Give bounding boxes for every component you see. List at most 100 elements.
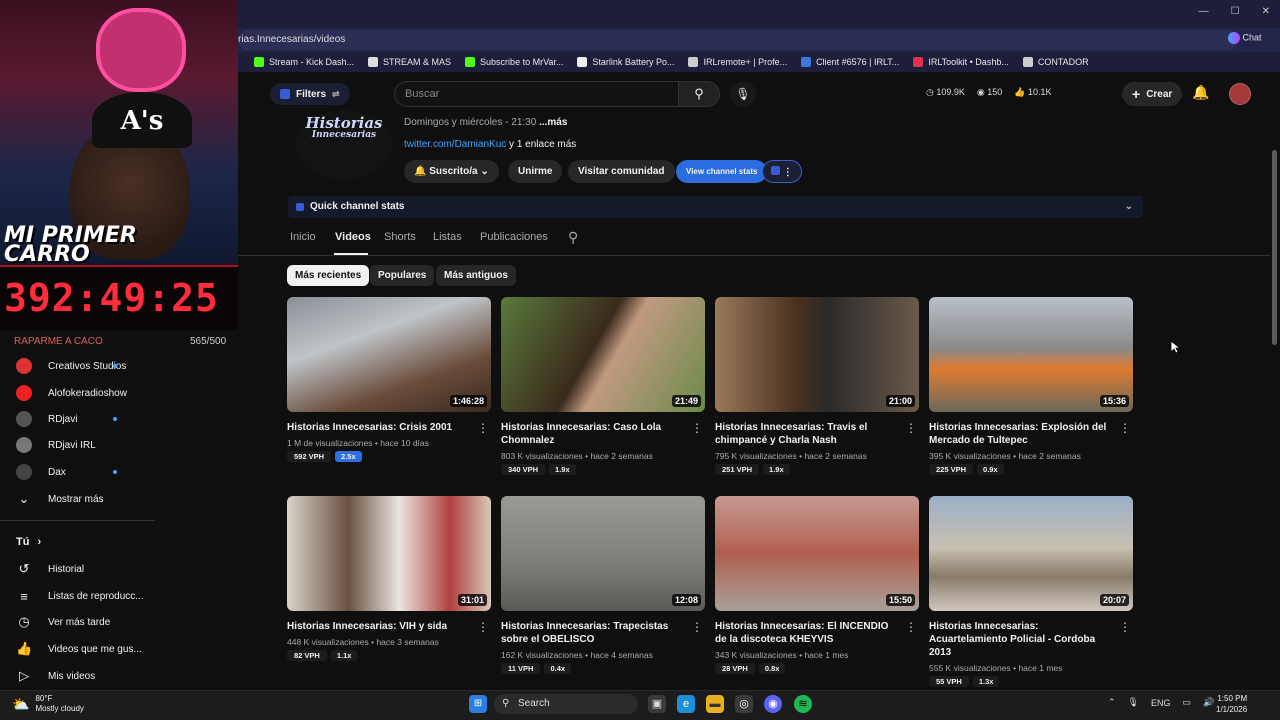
sidebar-subscription-item[interactable]: RDjavi IRL <box>16 435 150 455</box>
join-button[interactable]: Unirme <box>508 160 563 183</box>
edge-icon[interactable]: e <box>677 695 695 713</box>
weather-widget[interactable]: ⛅ 80°F Mostly cloudy <box>12 694 84 714</box>
sidebar-subscription-item[interactable]: Dax <box>16 462 150 482</box>
scrollbar-thumb[interactable] <box>1272 150 1277 345</box>
discord-icon[interactable]: ◉ <box>764 695 782 713</box>
video-title[interactable]: Historias Innecesarias: Caso Lola Chomna… <box>501 421 681 447</box>
task-view-icon[interactable]: ▣ <box>648 695 666 713</box>
sidebar-item-history[interactable]: ↺ Historial <box>16 559 150 579</box>
tab-inicio[interactable]: Inicio <box>290 231 316 243</box>
close-icon[interactable]: ✕ <box>1262 6 1270 17</box>
video-thumbnail[interactable]: 1:46:28 <box>287 297 491 412</box>
minimize-icon[interactable]: — <box>1199 6 1209 17</box>
more-links[interactable]: y 1 enlace más <box>506 139 576 150</box>
video-thumbnail[interactable]: 21:00 <box>715 297 919 412</box>
obs-icon[interactable]: ◎ <box>735 695 753 713</box>
search-input[interactable]: Buscar <box>394 81 678 107</box>
sidebar-item-playlists[interactable]: ≡ Listas de reproducc... <box>16 586 150 606</box>
avatar[interactable] <box>1229 83 1251 105</box>
filters-button[interactable]: Filters ⇌ <box>270 83 350 105</box>
channel-links[interactable]: twitter.com/DamianKuc y 1 enlace más <box>404 139 576 150</box>
sidebar-subscription-item[interactable]: RDjavi <box>16 409 150 429</box>
more-vert-icon[interactable]: ⋮ <box>477 421 489 435</box>
video-card[interactable]: 15:50 Historias Innecesarias: El INCENDIO… <box>715 496 919 674</box>
chip-recent[interactable]: Más recientes <box>287 265 370 286</box>
bookmark-item[interactable]: IRLToolkit • Dashb... <box>913 57 1009 67</box>
taskbar-search[interactable]: ⚲ Search <box>494 694 638 714</box>
tab-videos[interactable]: Videos <box>335 231 371 243</box>
more-vert-icon[interactable]: ⋮ <box>905 620 917 634</box>
video-card[interactable]: 15:36 Historias Innecesarias: Explosión d… <box>929 297 1133 475</box>
bookmark-item[interactable]: Client #6576 | IRLT... <box>801 57 899 67</box>
bookmark-item[interactable]: CONTADOR <box>1022 57 1089 67</box>
chip-oldest[interactable]: Más antiguos <box>436 265 516 286</box>
search-button[interactable]: ⚲ <box>678 81 720 107</box>
language-indicator[interactable]: ENG <box>1151 698 1171 708</box>
bookmark-item[interactable]: Starlink Battery Po... <box>577 57 674 67</box>
taskbar-clock[interactable]: 1:50 PM 1/1/2026 <box>1216 693 1247 715</box>
video-title[interactable]: Historias Innecesarias: El INCENDIO de l… <box>715 620 895 646</box>
more-link[interactable]: ...más <box>539 117 567 128</box>
video-title[interactable]: Historias Innecesarias: VIH y sida <box>287 620 467 633</box>
bookmark-item[interactable]: IRLremote+ | Profe... <box>688 57 787 67</box>
extension-menu-button[interactable]: ⋮ <box>762 160 802 183</box>
create-button[interactable]: + Crear <box>1122 82 1183 106</box>
video-card[interactable]: 21:00 Historias Innecesarias: Travis el c… <box>715 297 919 475</box>
mic-icon[interactable]: 🎙 <box>1128 697 1139 708</box>
video-thumbnail[interactable]: 15:50 <box>715 496 919 611</box>
you-section-header[interactable]: Tú › <box>16 532 150 552</box>
video-thumbnail[interactable]: 31:01 <box>287 496 491 611</box>
bookmark-item[interactable]: Subscribe to MrVar... <box>465 57 563 67</box>
video-card[interactable]: 12:08 Historias Innecesarias: Trapecistas… <box>501 496 705 674</box>
start-button[interactable]: ⊞ <box>469 695 487 713</box>
network-icon[interactable]: ▭ <box>1183 697 1192 708</box>
sidebar-item-my-videos[interactable]: ▷ Mis videos <box>16 666 150 686</box>
bookmark-item[interactable]: Stream - Kick Dash... <box>254 57 354 67</box>
video-thumbnail[interactable]: 20:07 <box>929 496 1133 611</box>
video-title[interactable]: Historias Innecesarias: Trapecistas sobr… <box>501 620 681 646</box>
more-vert-icon[interactable]: ⋮ <box>1119 421 1131 435</box>
tab-publicaciones[interactable]: Publicaciones <box>480 231 548 243</box>
channel-search-icon[interactable]: ⚲ <box>568 229 578 246</box>
video-card[interactable]: 21:49 Historias Innecesarias: Caso Lola C… <box>501 297 705 475</box>
video-card[interactable]: 20:07 Historias Innecesarias: Acuartelami… <box>929 496 1133 687</box>
chevron-up-icon[interactable]: ⌃ <box>1108 697 1116 708</box>
copilot-chat-button[interactable]: Chat <box>1228 32 1262 44</box>
video-card[interactable]: 1:46:28 Historias Innecesarias: Crisis 20… <box>287 297 491 462</box>
video-title[interactable]: Historias Innecesarias: Acuartelamiento … <box>929 620 1109 659</box>
view-channel-stats-button[interactable]: View channel stats <box>676 160 768 183</box>
subscribed-button[interactable]: 🔔 Suscrito/a ⌄ <box>404 160 499 183</box>
sidebar-item-watch-later[interactable]: ◷ Ver más tarde <box>16 612 150 632</box>
show-more-button[interactable]: ⌄ Mostrar más <box>16 489 150 509</box>
video-thumbnail[interactable]: 15:36 <box>929 297 1133 412</box>
tab-listas[interactable]: Listas <box>433 231 462 243</box>
more-vert-icon[interactable]: ⋮ <box>905 421 917 435</box>
channel-logo[interactable]: Historias Innecesarias <box>296 110 392 180</box>
sidebar-item-like[interactable]: 👍 Videos que me gus... <box>16 639 150 659</box>
more-vert-icon[interactable]: ⋮ <box>477 620 489 634</box>
bookmark-item[interactable]: STREAM & MAS <box>368 57 451 67</box>
twitter-link[interactable]: twitter.com/DamianKuc <box>404 139 506 150</box>
chip-popular[interactable]: Populares <box>370 265 435 286</box>
tab-shorts[interactable]: Shorts <box>384 231 416 243</box>
notifications-icon[interactable]: 🔔 <box>1192 84 1209 101</box>
voice-search-button[interactable]: 🎙 <box>730 81 756 107</box>
community-button[interactable]: Visitar comunidad <box>568 160 675 183</box>
video-title[interactable]: Historias Innecesarias: Travis el chimpa… <box>715 421 895 447</box>
video-thumbnail[interactable]: 21:49 <box>501 297 705 412</box>
url-field[interactable]: rias.Innecesarias/videos <box>238 30 1238 50</box>
video-card[interactable]: 31:01 Historias Innecesarias: VIH y sida ⋮… <box>287 496 491 661</box>
video-title[interactable]: Historias Innecesarias: Crisis 2001 <box>287 421 467 434</box>
more-vert-icon[interactable]: ⋮ <box>1119 620 1131 634</box>
more-vert-icon[interactable]: ⋮ <box>691 421 703 435</box>
sidebar-subscription-item[interactable]: Creativos Studios <box>16 356 150 376</box>
sidebar-subscription-item[interactable]: Alofokeradioshow <box>16 383 150 403</box>
volume-icon[interactable]: 🔊 <box>1203 697 1214 708</box>
spotify-icon[interactable]: ≋ <box>794 695 812 713</box>
file-explorer-icon[interactable]: ▬ <box>706 695 724 713</box>
video-thumbnail[interactable]: 12:08 <box>501 496 705 611</box>
quick-channel-stats-bar[interactable]: Quick channel stats ⌄ <box>288 196 1143 218</box>
video-title[interactable]: Historias Innecesarias: Explosión del Me… <box>929 421 1109 447</box>
channel-description[interactable]: Domingos y miércoles - 21:30 ...más <box>404 117 567 128</box>
more-vert-icon[interactable]: ⋮ <box>691 620 703 634</box>
